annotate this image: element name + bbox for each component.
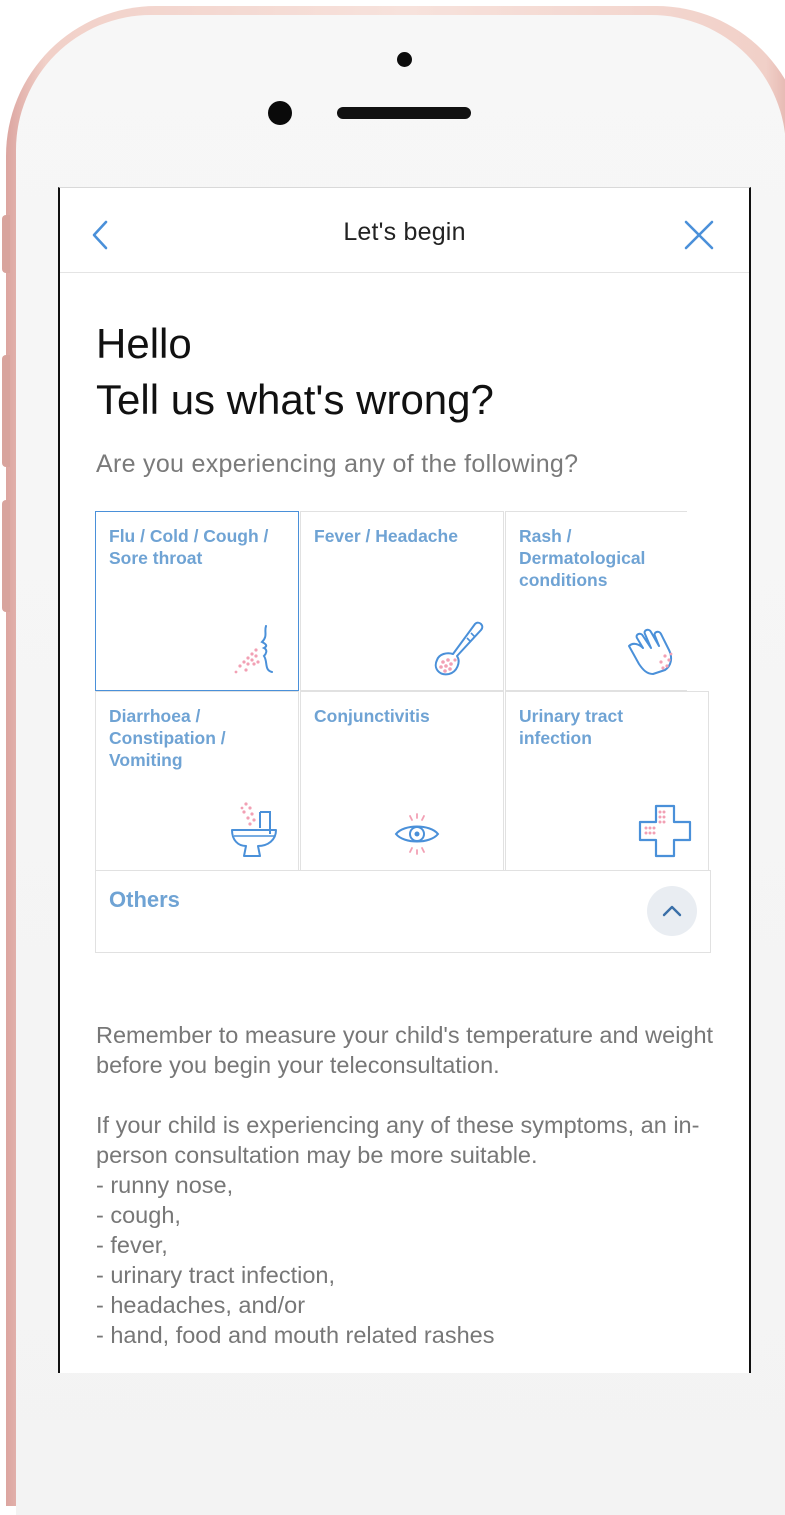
symptom-label: Fever / Headache xyxy=(314,526,458,546)
greeting-line-1: Hello xyxy=(96,320,192,367)
front-camera xyxy=(268,101,292,125)
volume-up-button xyxy=(2,355,10,467)
symptom-tile-rash[interactable]: Rash / Dermatological conditions xyxy=(505,511,687,691)
list-item: - urinary tract infection, xyxy=(96,1262,336,1288)
symptom-label: Flu / Cold / Cough / Sore throat xyxy=(109,526,269,568)
nav-header: Let's begin xyxy=(60,188,749,273)
info-text: Remember to measure your child's tempera… xyxy=(96,1020,716,1350)
greeting-line-2: Tell us what's wrong? xyxy=(96,376,494,423)
symptom-tile-urinary[interactable]: Urinary tract infection xyxy=(505,691,709,871)
page-title: Let's begin xyxy=(343,218,466,246)
symptom-question: Are you experiencing any of the followin… xyxy=(96,450,579,478)
list-item: - fever, xyxy=(96,1232,168,1258)
greeting-heading: Hello Tell us what's wrong? xyxy=(96,316,494,428)
earpiece-speaker xyxy=(337,107,471,119)
medical-cross-icon xyxy=(638,804,692,858)
others-label: Others xyxy=(109,887,180,912)
symptom-label: Conjunctivitis xyxy=(314,706,430,726)
close-icon xyxy=(684,220,714,250)
symptom-label: Urinary tract infection xyxy=(519,706,624,748)
list-item: - runny nose, xyxy=(96,1172,234,1198)
others-toggle-button[interactable] xyxy=(647,886,697,936)
app-screen: Let's begin Hello Tell us what's wrong? … xyxy=(58,187,751,1373)
chevron-up-icon xyxy=(662,905,682,917)
measurement-reminder: Remember to measure your child's tempera… xyxy=(96,1022,714,1078)
symptom-list: - runny nose, - cough, - fever, - urinar… xyxy=(96,1170,716,1350)
symptom-label: Diarrhoea / Constipation / Vomiting xyxy=(109,706,226,770)
eye-icon xyxy=(394,813,440,855)
breath-face-icon xyxy=(234,625,273,674)
symptom-label: Rash / Dermatological conditions xyxy=(519,526,646,590)
toilet-icon xyxy=(231,802,277,857)
volume-down-button xyxy=(2,500,10,612)
mute-switch xyxy=(2,215,10,273)
proximity-sensor xyxy=(397,52,412,67)
symptom-tile-fever[interactable]: Fever / Headache xyxy=(300,511,504,691)
list-item: - hand, food and mouth related rashes xyxy=(96,1322,495,1348)
symptom-tile-conjunctivitis[interactable]: Conjunctivitis xyxy=(300,691,504,871)
thermometer-icon xyxy=(434,621,484,676)
others-row[interactable]: Others xyxy=(95,870,711,953)
list-item: - headaches, and/or xyxy=(96,1292,306,1318)
list-item: - cough, xyxy=(96,1202,181,1228)
symptom-tile-digestive[interactable]: Diarrhoea / Constipation / Vomiting xyxy=(95,691,299,871)
close-button[interactable] xyxy=(682,218,716,252)
symptom-tile-flu[interactable]: Flu / Cold / Cough / Sore throat xyxy=(95,511,299,691)
hand-rash-icon xyxy=(628,628,673,675)
in-person-advice: If your child is experiencing any of the… xyxy=(96,1112,700,1168)
